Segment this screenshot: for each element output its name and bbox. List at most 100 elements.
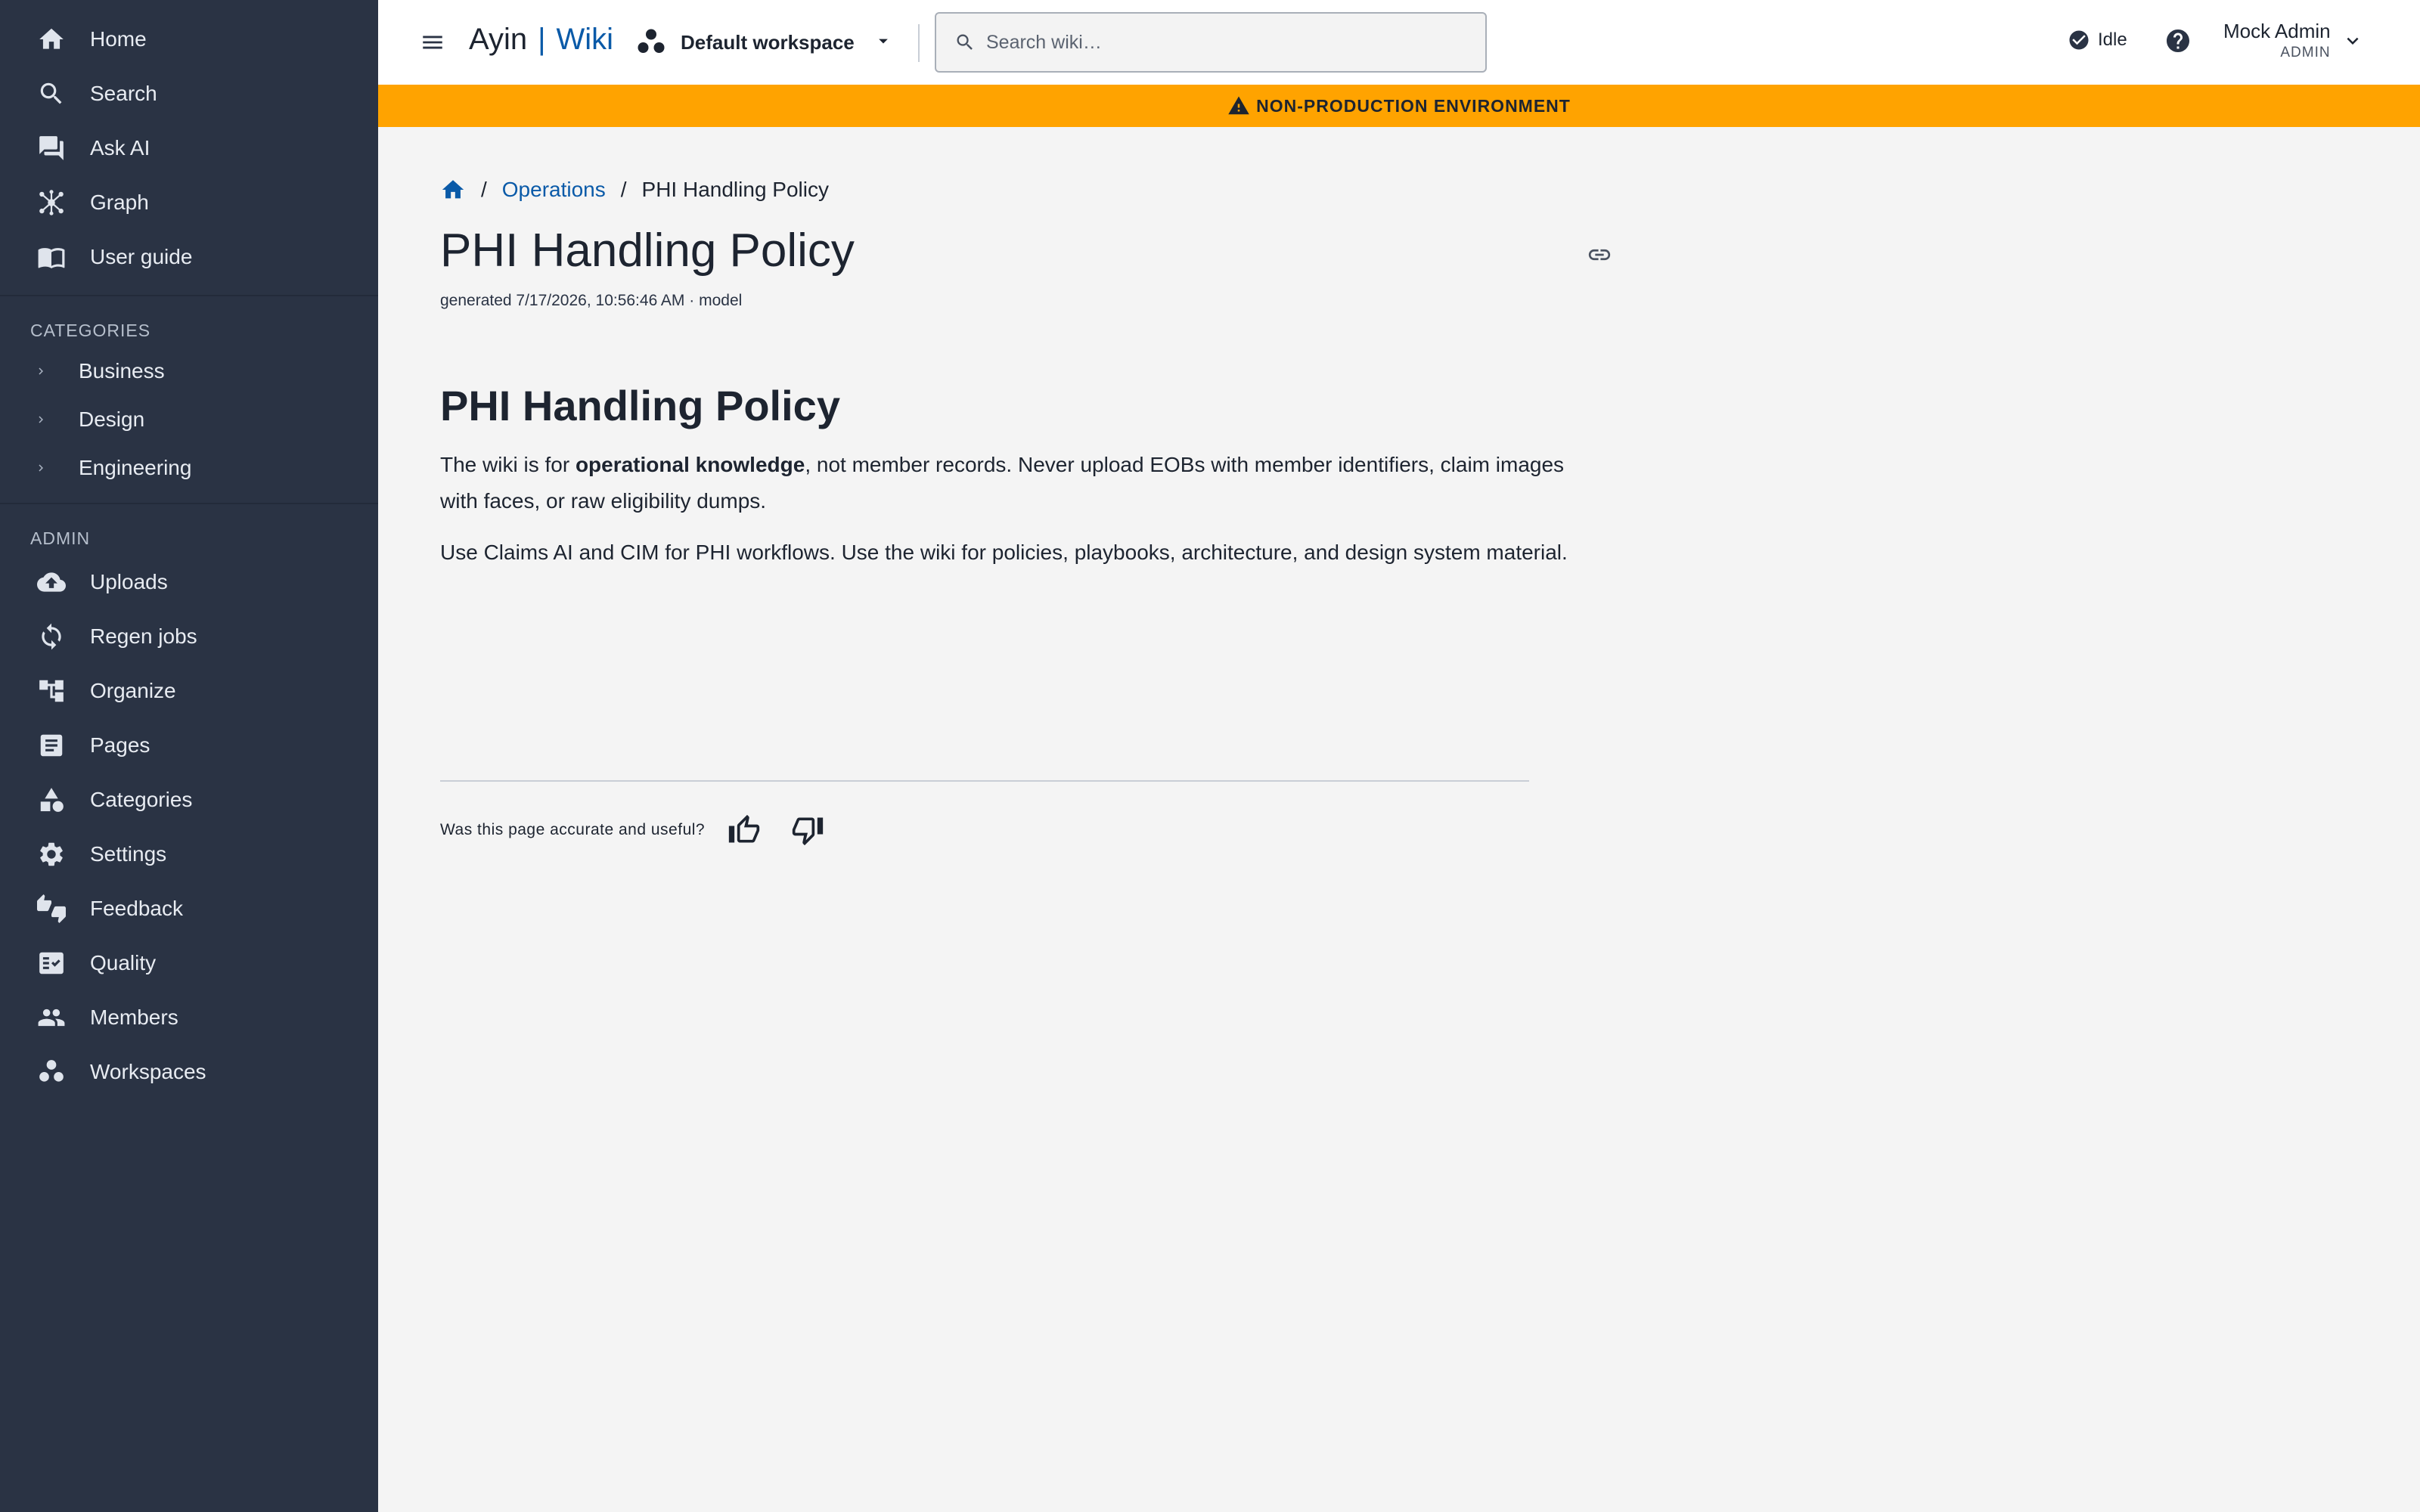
sidebar-item-members[interactable]: Members [0, 990, 378, 1045]
thumbs-down-icon [792, 817, 824, 846]
sidebar-item-label: Home [90, 27, 147, 51]
home-icon [36, 24, 67, 54]
category-item-design[interactable]: Design [0, 395, 378, 444]
sidebar-item-pages[interactable]: Pages [0, 718, 378, 773]
thumbs-updown-icon [36, 894, 67, 924]
hamburger-icon [423, 36, 442, 49]
breadcrumb-separator: / [481, 178, 487, 201]
paragraph-bold: operational knowledge [575, 453, 805, 476]
chat-icon [36, 133, 67, 163]
status-label: Idle [2098, 29, 2127, 50]
sidebar-item-uploads[interactable]: Uploads [0, 555, 378, 609]
sidebar-main-nav: Home Search Ask AI Graph User guide [0, 0, 378, 284]
user-menu[interactable]: Mock Admin ADMIN [2223, 20, 2364, 61]
breadcrumb-link-operations[interactable]: Operations [502, 178, 606, 202]
check-circle-icon [2069, 30, 2089, 50]
help-icon [2167, 29, 2189, 52]
header-divider [918, 24, 920, 62]
thumbs-up-icon [728, 814, 760, 843]
content-paragraph: The wiki is for operational knowledge, n… [440, 447, 1605, 519]
page-meta: generated 7/17/2026, 10:56:46 AM · model [440, 292, 743, 309]
workspaces-icon [635, 26, 667, 58]
workspace-selector[interactable]: Default workspace [635, 23, 894, 62]
article-icon [36, 730, 67, 761]
sidebar-item-label: Uploads [90, 570, 168, 593]
chevron-down-icon [2347, 37, 2359, 45]
sidebar-item-workspaces[interactable]: Workspaces [0, 1045, 378, 1099]
brand-separator: | [538, 23, 546, 56]
sidebar-item-label: User guide [90, 245, 193, 268]
sidebar-item-label: Categories [90, 788, 193, 811]
category-label: Engineering [79, 456, 192, 479]
sidebar-item-quality[interactable]: Quality [0, 936, 378, 990]
breadcrumb-separator: / [620, 178, 627, 201]
sidebar-item-categories[interactable]: Categories [0, 773, 378, 827]
warning-icon [1228, 96, 1249, 115]
menu-toggle-button[interactable] [416, 26, 449, 59]
content-heading: PHI Handling Policy [440, 382, 840, 429]
brand-product: Wiki [556, 23, 614, 56]
sidebar: Home Search Ask AI Graph User guide CATE… [0, 0, 378, 1512]
sidebar-item-regen-jobs[interactable]: Regen jobs [0, 609, 378, 664]
cloud-upload-icon [36, 567, 67, 597]
help-button[interactable] [2164, 27, 2192, 54]
page-body: PHI Handling Policy The wiki is for oper… [440, 381, 1605, 586]
chevron-right-icon [33, 364, 48, 379]
sidebar-item-user-guide[interactable]: User guide [0, 230, 378, 284]
sidebar-item-feedback[interactable]: Feedback [0, 881, 378, 936]
page-title: PHI Handling Policy [440, 225, 855, 277]
environment-banner-text: NON-PRODUCTION ENVIRONMENT [1256, 95, 1571, 116]
sidebar-item-ask-ai[interactable]: Ask AI [0, 121, 378, 175]
user-role: ADMIN [2280, 45, 2331, 60]
top-bar: Ayin | Wiki Default workspace Idle Mock … [378, 0, 2420, 85]
workspaces-icon [36, 1057, 67, 1087]
brand-name: Ayin [469, 23, 528, 56]
paragraph-text: The wiki is for [440, 453, 576, 476]
sidebar-item-label: Settings [90, 842, 167, 866]
sidebar-item-graph[interactable]: Graph [0, 175, 378, 230]
thumbs-down-button[interactable] [790, 812, 826, 848]
search-box[interactable] [935, 12, 1487, 73]
search-icon [957, 34, 973, 50]
sidebar-item-label: Graph [90, 191, 149, 214]
graph-icon [36, 187, 67, 218]
feedback-divider [440, 780, 1529, 782]
category-icon [36, 785, 67, 815]
brand-logo[interactable]: Ayin | Wiki [469, 23, 613, 57]
breadcrumb: / Operations / PHI Handling Policy [440, 177, 829, 203]
breadcrumb-current: PHI Handling Policy [641, 178, 829, 201]
sidebar-divider [0, 503, 378, 504]
environment-banner: NON-PRODUCTION ENVIRONMENT [378, 85, 2420, 127]
sidebar-item-home[interactable]: Home [0, 12, 378, 67]
sidebar-item-search[interactable]: Search [0, 67, 378, 121]
status-indicator[interactable]: Idle [2068, 29, 2127, 51]
workspace-label: Default workspace [681, 30, 855, 54]
category-item-business[interactable]: Business [0, 347, 378, 395]
user-names: Mock Admin ADMIN [2223, 20, 2331, 61]
categories-section-title: CATEGORIES [30, 321, 151, 340]
category-item-engineering[interactable]: Engineering [0, 444, 378, 492]
chevron-right-icon [33, 412, 48, 427]
breadcrumb-home[interactable] [440, 177, 466, 203]
chevron-right-icon [33, 460, 48, 476]
book-icon [36, 242, 67, 272]
sidebar-item-label: Quality [90, 951, 157, 974]
link-icon [1588, 249, 1611, 261]
sidebar-item-label: Ask AI [90, 136, 150, 160]
sync-icon [36, 621, 67, 652]
sidebar-item-label: Feedback [90, 897, 183, 920]
sidebar-item-label: Regen jobs [90, 624, 197, 648]
sidebar-item-organize[interactable]: Organize [0, 664, 378, 718]
thumbs-up-button[interactable] [726, 812, 762, 848]
content-paragraph: Use Claims AI and CIM for PHI workflows.… [440, 541, 1568, 564]
category-label: Design [79, 407, 145, 431]
user-name: Mock Admin [2223, 20, 2331, 42]
sidebar-item-settings[interactable]: Settings [0, 827, 378, 881]
search-input[interactable] [986, 31, 1455, 54]
category-label: Business [79, 359, 165, 383]
tree-icon [36, 676, 67, 706]
copy-link-button[interactable] [1587, 242, 1612, 268]
search-icon [36, 79, 67, 109]
feedback-question: Was this page accurate and useful? [440, 821, 706, 838]
sidebar-item-label: Workspaces [90, 1060, 206, 1083]
